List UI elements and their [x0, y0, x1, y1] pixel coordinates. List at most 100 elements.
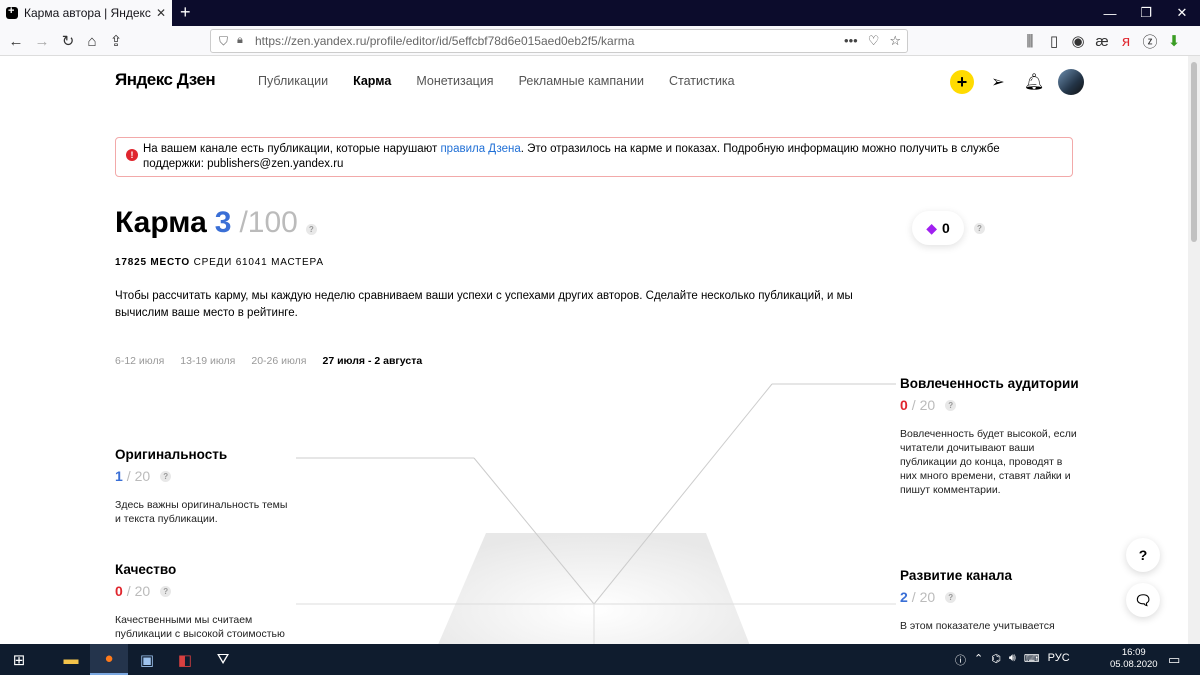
extension-download-icon[interactable]: ⬇ [1164, 31, 1184, 51]
week-tab-2[interactable]: 13-19 июля [180, 355, 235, 367]
metric-growth-max: / 20 [911, 589, 936, 605]
taskbar-clock[interactable]: 16:09 05.08.2020 [1110, 647, 1158, 671]
home-icon[interactable]: ⌂ [82, 31, 102, 51]
chat-icon: 🗨︎ [1134, 591, 1152, 608]
library-icon[interactable]: ⫼ [1020, 31, 1040, 51]
windows-taskbar: ⊞ ▬ ● ▣ ◧ ⛛ ⓘ ⌃ ⌬ 🔊︎ ⌨ РУС 16:09 05.08.2… [0, 644, 1200, 675]
extension-yandex-icon[interactable]: я [1116, 31, 1136, 51]
system-tray: ⓘ ⌃ ⌬ 🔊︎ ⌨ РУС [955, 652, 1070, 668]
file-explorer-icon[interactable]: ▬ [52, 644, 90, 675]
zen-logo[interactable]: Яндекс Дзен [115, 70, 216, 90]
violation-alert: ! На вашем канале есть публикации, котор… [115, 137, 1073, 177]
new-tab-button[interactable]: + [180, 3, 191, 21]
account-icon[interactable]: ◉ [1068, 31, 1088, 51]
network-icon[interactable]: ⌬ [991, 652, 1001, 668]
bell-icon[interactable]: 🔔︎ [1022, 70, 1046, 94]
tray-expand-icon[interactable]: ⌃ [974, 652, 983, 668]
metric-originality-title: Оригинальность [115, 447, 228, 462]
create-plus-icon[interactable]: + [950, 70, 974, 94]
nav-statistics[interactable]: Статистика [669, 74, 735, 88]
fox-app-icon[interactable]: ⛛ [204, 644, 242, 675]
week-tab-current[interactable]: 27 июля - 2 августа [322, 355, 422, 367]
metric-growth: Развитие канала 2 / 20 ? В этом показате… [900, 568, 1080, 633]
nav-ad-campaigns[interactable]: Рекламные кампании [519, 74, 644, 88]
quality-help-icon[interactable]: ? [160, 585, 172, 597]
karma-radar-diagram [296, 383, 896, 644]
pocket-icon[interactable]: ♡ [868, 33, 880, 49]
points-card[interactable]: ◆ 0 [912, 211, 964, 245]
chat-support-button[interactable]: 🗨︎ [1126, 583, 1160, 617]
browser-tab-karma[interactable]: Карма автора | Яндекс Дзен ✕ [0, 0, 172, 26]
metric-engagement-score: 0 / 20 ? [900, 397, 1080, 413]
browser-toolbar: ← → ↻ ⌂ ⇪ ⛉ 🔒︎ https://zen.yandex.ru/pro… [0, 26, 1200, 56]
nav-publications[interactable]: Публикации [258, 74, 328, 88]
karma-max: /100 [239, 206, 298, 239]
originality-help-icon[interactable]: ? [160, 470, 172, 482]
notifications-icon[interactable]: ▭ [1168, 652, 1180, 668]
browser-tab-strip: Карма автора | Яндекс Дзен ✕ + — ❐ ✕ [0, 0, 1200, 26]
scrollbar-thumb[interactable] [1191, 62, 1197, 242]
metric-growth-desc: В этом показателе учитывается [900, 620, 1055, 632]
close-window-button[interactable]: ✕ [1164, 0, 1200, 26]
alert-text-before: На вашем канале есть публикации, которые… [143, 143, 441, 155]
diamond-icon: ◆ [926, 219, 937, 236]
metric-quality: Качество 0 / 20 ? Качественными мы счита… [115, 562, 295, 641]
week-tab-3[interactable]: 20-26 июля [251, 355, 306, 367]
points-value: 0 [941, 220, 950, 236]
maximize-button[interactable]: ❐ [1128, 0, 1164, 26]
metric-originality-desc: Здесь важны оригинальность темы и текста… [115, 499, 288, 525]
logo-text: Яндекс Дзен [115, 70, 216, 89]
avatar[interactable] [1058, 69, 1084, 95]
shield-icon: ⛉ [219, 34, 229, 48]
metric-engagement-desc: Вовлеченность будет высокой, если читате… [900, 428, 1077, 496]
tab-title: Карма автора | Яндекс Дзен [24, 6, 152, 20]
nav-karma[interactable]: Карма [353, 74, 391, 88]
engagement-help-icon[interactable]: ? [945, 399, 957, 411]
pin-icon[interactable]: ⇪ [106, 31, 126, 51]
metric-originality-score: 1 / 20 ? [115, 468, 295, 484]
metric-originality: Оригинальность 1 / 20 ? Здесь важны ориг… [115, 447, 295, 526]
reload-icon[interactable]: ↻ [58, 31, 78, 51]
growth-help-icon[interactable]: ? [945, 591, 957, 603]
clock-date: 05.08.2020 [1110, 659, 1158, 670]
metric-quality-title: Качество [115, 562, 177, 577]
send-icon[interactable]: ➢ [986, 70, 1010, 94]
windows-start-icon[interactable]: ⊞ [0, 644, 38, 675]
header-actions: + ➢ 🔔︎ [950, 69, 1084, 95]
app-window-icon[interactable]: ◧ [166, 644, 204, 675]
monitor-app-icon[interactable]: ▣ [128, 644, 166, 675]
karma-description: Чтобы рассчитать карму, мы каждую неделю… [115, 290, 853, 319]
extension-z-icon[interactable]: ⓩ [1140, 31, 1160, 51]
help-tray-icon[interactable]: ⓘ [955, 652, 966, 668]
metric-quality-desc: Качественными мы считаем публикации с вы… [115, 614, 285, 640]
back-icon[interactable]: ← [6, 31, 26, 51]
sidebar-icon[interactable]: ▯ [1044, 31, 1064, 51]
week-tab-1[interactable]: 6-12 июля [115, 355, 164, 367]
page-actions-icon[interactable]: ••• [844, 33, 858, 49]
karma-help-icon[interactable]: ? [305, 224, 317, 235]
forward-icon[interactable]: → [32, 31, 52, 51]
keyboard-icon[interactable]: ⌨ [1024, 652, 1040, 668]
karma-label: Карма [115, 206, 207, 239]
firefox-icon[interactable]: ● [90, 644, 128, 675]
tab-close-icon[interactable]: ✕ [156, 6, 166, 20]
points-help-icon[interactable]: ? [974, 223, 985, 234]
metric-originality-max: / 20 [126, 468, 151, 484]
karma-heading: Карма 3 /100 ? [115, 206, 317, 240]
minimize-button[interactable]: — [1092, 0, 1128, 26]
rules-link[interactable]: правила Дзена [440, 143, 520, 155]
extension-ae-icon[interactable]: æ [1092, 31, 1112, 51]
language-indicator[interactable]: РУС [1048, 652, 1070, 668]
volume-icon[interactable]: 🔊︎ [1009, 652, 1016, 668]
page-scrollbar[interactable] [1188, 56, 1200, 644]
lock-icon: 🔒︎ [237, 34, 243, 46]
nav-monetization[interactable]: Монетизация [416, 74, 493, 88]
bookmark-star-icon[interactable]: ☆ [889, 33, 901, 49]
metric-growth-value: 2 [900, 589, 908, 605]
metric-growth-title: Развитие канала [900, 568, 1012, 583]
help-question-button[interactable]: ? [1126, 538, 1160, 572]
metric-quality-max: / 20 [126, 583, 151, 599]
metric-engagement-value: 0 [900, 397, 908, 413]
error-icon: ! [126, 149, 138, 161]
address-bar[interactable]: ⛉ 🔒︎ https://zen.yandex.ru/profile/edito… [210, 29, 908, 53]
